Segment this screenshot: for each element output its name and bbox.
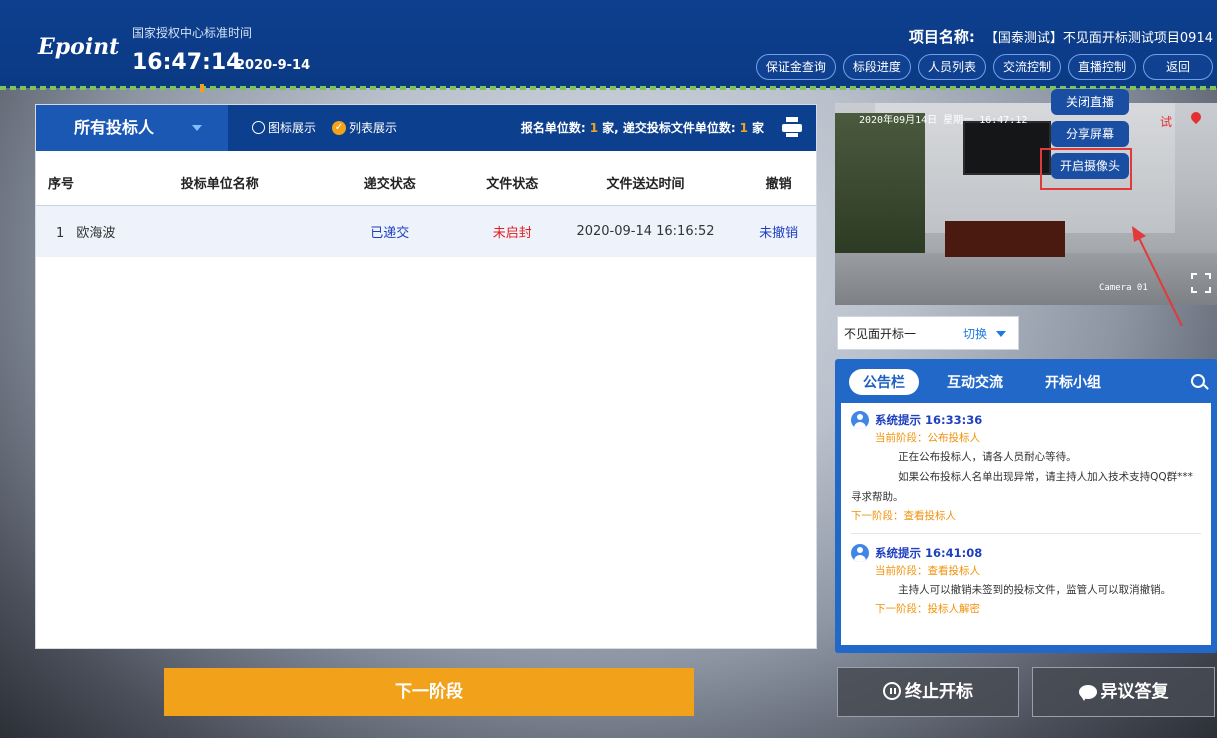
radio-unchecked-icon xyxy=(252,121,265,134)
highlight-box xyxy=(1040,148,1132,190)
live-source-label: 不见面开标一 xyxy=(844,327,917,341)
notice-panel: 公告栏 互动交流 开标小组 系统提示 16:33:36 当前阶段：公布投标人 正… xyxy=(835,359,1217,653)
stop-opening-label: 终止开标 xyxy=(905,682,973,702)
stats-suffix: 家 xyxy=(751,121,764,135)
notice-tabs: 公告栏 互动交流 开标小组 xyxy=(849,369,1129,395)
tab-interaction[interactable]: 互动交流 xyxy=(933,369,1017,395)
stop-opening-button[interactable]: 终止开标 xyxy=(837,667,1019,717)
message-text: 如果公布投标人名单出现异常，请主持人加入技术支持QQ群*** xyxy=(898,471,1193,483)
avatar xyxy=(851,411,869,429)
list-item: 系统提示 16:41:08 当前阶段：查看投标人 主持人可以撤销未签到的投标文件… xyxy=(851,544,1201,626)
icon-view-label: 图标展示 xyxy=(268,121,317,135)
annotation-arrow-icon xyxy=(1132,226,1183,327)
col-file-status: 文件状态 xyxy=(475,161,550,206)
table-row[interactable]: 1 欧海波 已递交 未启封 2020-09-14 16:16:52 未撤销 xyxy=(36,205,816,257)
live-source-switch: 不见面开标一 切换 xyxy=(837,316,1019,350)
row-submit-status: 已递交 xyxy=(304,205,475,257)
section-progress-button[interactable]: 标段进度 xyxy=(842,54,911,80)
message-title: 系统提示 16:33:36 xyxy=(875,413,983,427)
pause-circle-icon xyxy=(883,682,901,700)
camera-scene-tv xyxy=(963,121,1051,175)
print-icon[interactable] xyxy=(782,117,802,137)
fullscreen-icon[interactable] xyxy=(1191,273,1211,293)
project-name: 项目名称: 【国泰测试】不见面开标测试项目0914 xyxy=(909,26,1213,47)
project-name-key: 项目名称: xyxy=(908,28,975,46)
bidder-stats: 报名单位数: 1 家, 递交投标文件单位数: 1 家 xyxy=(521,119,764,136)
row-revoke-status[interactable]: 未撤销 xyxy=(741,205,816,257)
all-bidders-label: 所有投标人 xyxy=(74,118,155,137)
notice-list: 系统提示 16:33:36 当前阶段：公布投标人 正在公布投标人，请各人员耐心等… xyxy=(841,403,1211,645)
col-index: 序号 xyxy=(36,161,81,206)
bidder-panel: 所有投标人 图标展示 ✓ 列表展示 报名单位数: 1 家, 递交投标文件单位数: 1 家… xyxy=(35,104,817,649)
camera-scene-window xyxy=(835,113,925,253)
date: 2020-9-14 xyxy=(236,58,311,73)
chevron-down-icon xyxy=(192,125,202,131)
deposit-query-button[interactable]: 保证金查询 xyxy=(755,54,836,80)
location-pin-icon xyxy=(1188,109,1204,125)
row-index-name: 1 欧海波 xyxy=(36,205,305,257)
list-view-label: 列表展示 xyxy=(349,121,398,135)
message-title: 系统提示 16:41:08 xyxy=(875,546,983,560)
bidder-table: 序号 投标单位名称 递交状态 文件状态 文件送达时间 撤销 1 欧海波 已递交 … xyxy=(36,161,816,257)
switch-button[interactable]: 切换 xyxy=(963,317,987,351)
message-text: 主持人可以撤销未签到的投标文件，监管人可以取消撤销。 xyxy=(898,584,1172,596)
live-control-button[interactable]: 直播控制 xyxy=(1067,54,1136,80)
header-nav: 保证金查询 标段进度 人员列表 交流控制 直播控制 返回 xyxy=(755,54,1213,80)
list-view-option[interactable]: ✓ 列表展示 xyxy=(332,119,397,136)
clock: 16:47:14 xyxy=(132,50,242,75)
message-next-stage: 下一阶段：投标人解密 xyxy=(875,603,980,615)
staff-list-button[interactable]: 人员列表 xyxy=(917,54,986,80)
epoint-logo: Epoint xyxy=(38,34,120,60)
chevron-down-icon xyxy=(996,331,1006,337)
camera-badge: 试 xyxy=(1160,115,1173,129)
objection-reply-button[interactable]: 异议答复 xyxy=(1032,667,1215,717)
all-bidders-dropdown[interactable]: 所有投标人 xyxy=(36,105,228,151)
bidder-toolbar: 所有投标人 图标展示 ✓ 列表展示 报名单位数: 1 家, 递交投标文件单位数: 1 家 xyxy=(36,105,816,151)
col-delivery-time: 文件送达时间 xyxy=(549,161,742,206)
col-submit-status: 递交状态 xyxy=(304,161,475,206)
message-next-stage: 下一阶段：查看投标人 xyxy=(851,510,956,522)
top-header: Epoint 国家授权中心标准时间 16:47:14 2020-9-14 项目名… xyxy=(0,0,1217,88)
back-button[interactable]: 返回 xyxy=(1142,54,1213,80)
tab-bulletin[interactable]: 公告栏 xyxy=(849,369,919,395)
camera-timestamp: 2020年09月14日 星期一 16:47:12 xyxy=(859,115,1028,126)
chat-icon xyxy=(1078,685,1097,701)
avatar xyxy=(851,544,869,562)
timeline-marker xyxy=(200,84,204,92)
icon-view-option[interactable]: 图标展示 xyxy=(252,119,316,136)
table-header-row: 序号 投标单位名称 递交状态 文件状态 文件送达时间 撤销 xyxy=(36,161,816,206)
message-text: 寻求帮助。 xyxy=(851,491,904,503)
close-live-button[interactable]: 关闭直播 xyxy=(1051,89,1129,115)
col-bidder-name: 投标单位名称 xyxy=(80,161,305,206)
submitted-count: 1 xyxy=(739,121,748,135)
tab-opening-group[interactable]: 开标小组 xyxy=(1031,369,1115,395)
row-bidder-name: 欧海波 xyxy=(76,225,116,241)
message-text: 正在公布投标人，请各人员耐心等待。 xyxy=(898,451,1077,463)
objection-reply-label: 异议答复 xyxy=(1100,682,1169,702)
chat-control-button[interactable]: 交流控制 xyxy=(992,54,1061,80)
message-stage: 当前阶段：查看投标人 xyxy=(875,565,980,577)
share-screen-button[interactable]: 分享屏幕 xyxy=(1051,121,1129,147)
standard-time-label: 国家授权中心标准时间 xyxy=(132,26,253,40)
search-icon[interactable] xyxy=(1191,374,1205,388)
row-index: 1 xyxy=(56,225,65,241)
stats-prefix: 报名单位数: xyxy=(520,121,586,135)
stats-mid: 家, 递交投标文件单位数: xyxy=(602,121,736,135)
list-item: 系统提示 16:33:36 当前阶段：公布投标人 正在公布投标人，请各人员耐心等… xyxy=(851,411,1201,534)
next-stage-button[interactable]: 下一阶段 xyxy=(164,668,694,716)
message-stage: 当前阶段：公布投标人 xyxy=(875,432,980,444)
row-delivery-time: 2020-09-14 16:16:52 xyxy=(549,205,742,257)
registered-count: 1 xyxy=(589,121,599,135)
header-divider xyxy=(0,86,1217,90)
project-name-value: 【国泰测试】不见面开标测试项目0914 xyxy=(984,31,1213,46)
camera-scene-desk xyxy=(945,221,1065,257)
row-file-status: 未启封 xyxy=(475,205,550,257)
checkmark-icon: ✓ xyxy=(332,120,346,135)
col-revoke: 撤销 xyxy=(741,161,816,206)
